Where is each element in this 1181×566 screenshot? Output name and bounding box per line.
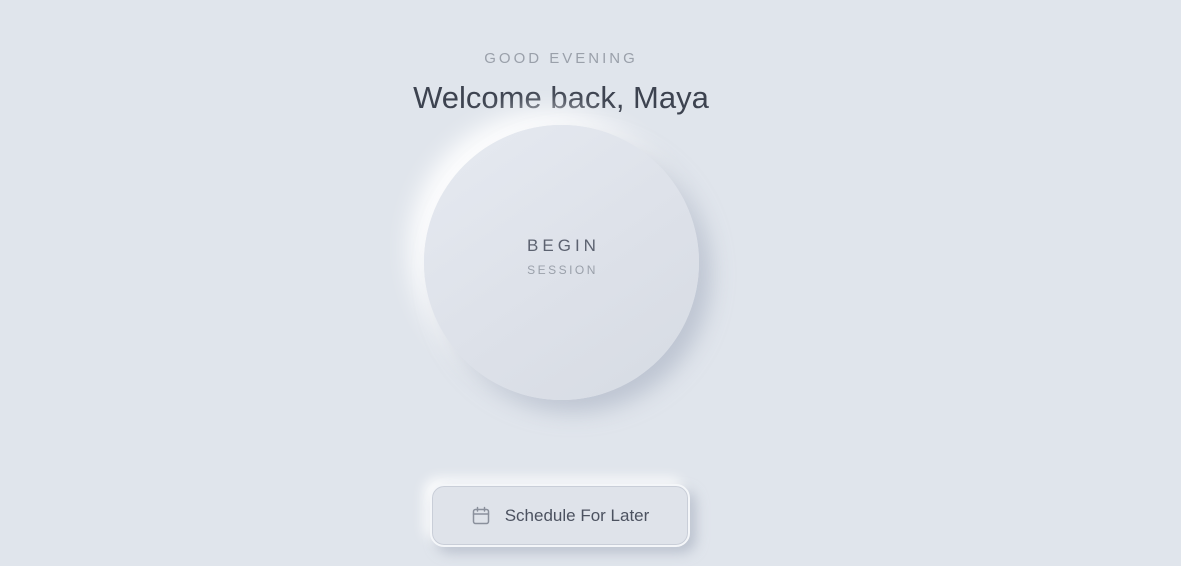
greeting-text: GOOD EVENING [484, 50, 638, 67]
begin-session-title: BEGIN [527, 236, 600, 255]
welcome-heading: Welcome back, Maya [413, 80, 709, 115]
page: GOOD EVENING Welcome back, Maya BEGIN SE… [0, 0, 1181, 566]
calendar-icon [471, 506, 491, 526]
begin-session-subtitle: SESSION [527, 263, 598, 277]
schedule-for-later-button[interactable]: Schedule For Later [430, 484, 690, 547]
begin-session-button[interactable]: BEGIN SESSION [424, 125, 699, 400]
schedule-button-label: Schedule For Later [504, 505, 650, 525]
